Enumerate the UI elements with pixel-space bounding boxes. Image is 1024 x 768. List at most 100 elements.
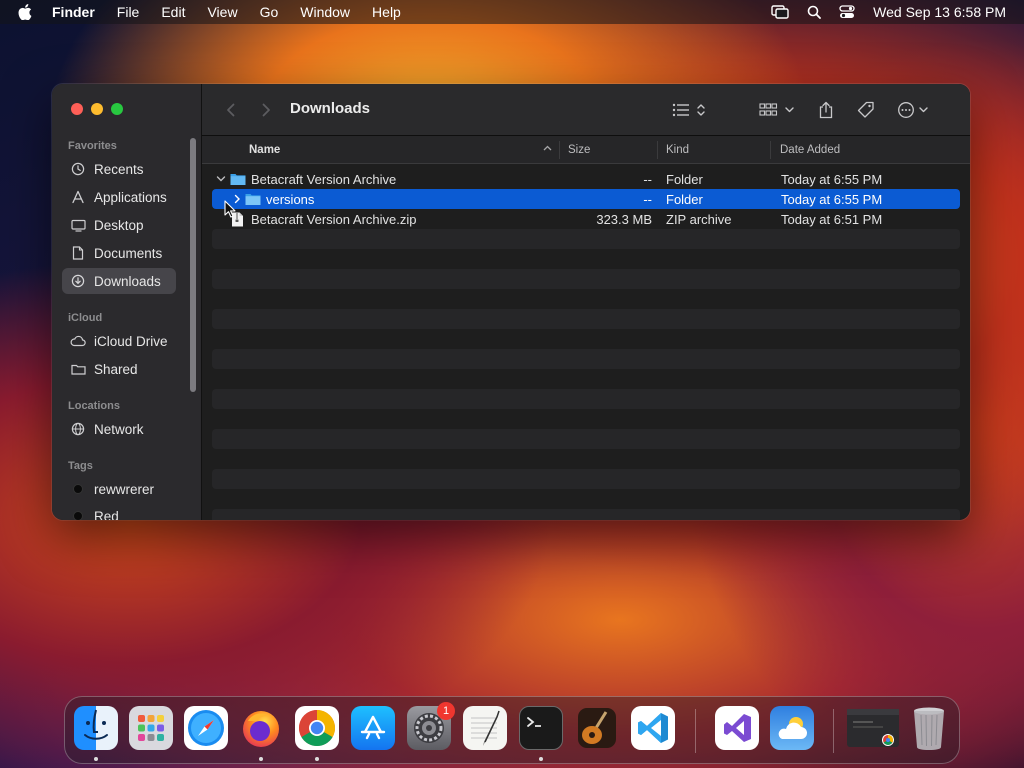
file-kind: Folder bbox=[666, 192, 703, 207]
sidebar-item-desktop[interactable]: Desktop bbox=[62, 212, 176, 238]
empty-row bbox=[212, 409, 960, 429]
table-row[interactable]: Betacraft Version Archive -- Folder Toda… bbox=[212, 169, 960, 189]
main-pane: Downloads Name Size Kind Date Added Beta… bbox=[202, 84, 970, 520]
dock: 1 bbox=[64, 696, 960, 764]
spotlight-search-icon[interactable] bbox=[807, 5, 822, 19]
list-view-icon bbox=[672, 103, 705, 117]
sidebar-item-label: Documents bbox=[94, 245, 163, 261]
column-divider[interactable] bbox=[559, 141, 560, 159]
sidebar-item-documents[interactable]: Documents bbox=[62, 240, 176, 266]
column-divider[interactable] bbox=[657, 141, 658, 159]
safari-compass-icon bbox=[188, 710, 224, 746]
sidebar-item-applications[interactable]: Applications bbox=[62, 184, 176, 210]
sidebar-item-label: iCloud Drive bbox=[94, 333, 168, 349]
group-by-button[interactable] bbox=[758, 98, 798, 122]
tag-icon bbox=[857, 101, 874, 118]
tag-color-dot bbox=[73, 511, 83, 520]
chevron-down-icon[interactable] bbox=[216, 173, 226, 185]
window-thumbnail-icon bbox=[847, 709, 899, 747]
table-row[interactable]: versions -- Folder Today at 6:55 PM bbox=[212, 189, 960, 209]
dock-firefox[interactable] bbox=[239, 706, 283, 750]
dock-garageband[interactable] bbox=[575, 706, 619, 750]
sidebar-item-network[interactable]: Network bbox=[62, 416, 176, 442]
dock-safari[interactable] bbox=[184, 706, 228, 750]
file-size: -- bbox=[643, 172, 652, 187]
column-date-added[interactable]: Date Added bbox=[780, 144, 840, 156]
share-button[interactable] bbox=[816, 98, 836, 122]
dock-terminal[interactable] bbox=[519, 706, 563, 750]
folder-icon bbox=[230, 172, 246, 186]
dock-chrome[interactable] bbox=[295, 706, 339, 750]
dock-weather[interactable] bbox=[770, 706, 814, 750]
menu-go[interactable]: Go bbox=[260, 4, 279, 20]
launchpad-icon bbox=[138, 715, 164, 741]
trash-icon bbox=[914, 707, 944, 750]
sidebar-item-label: Red bbox=[94, 508, 119, 521]
column-header: Name Size Kind Date Added bbox=[202, 136, 970, 164]
sidebar-item-label: Recents bbox=[94, 161, 144, 177]
menu-edit[interactable]: Edit bbox=[161, 4, 185, 20]
terminal-prompt-icon bbox=[527, 717, 541, 727]
sidebar-item-downloads[interactable]: Downloads bbox=[62, 268, 176, 294]
file-kind: Folder bbox=[666, 172, 703, 187]
sidebar-item-label: Downloads bbox=[94, 273, 161, 289]
menu-window[interactable]: Window bbox=[300, 4, 350, 20]
column-divider[interactable] bbox=[770, 141, 771, 159]
dock-app-store[interactable] bbox=[351, 706, 395, 750]
finder-icon bbox=[84, 709, 108, 740]
sidebar-scrollbar[interactable] bbox=[190, 138, 196, 392]
folder-icon bbox=[245, 192, 261, 206]
dock-textedit[interactable] bbox=[463, 706, 507, 750]
dock-minimized-chrome-window[interactable] bbox=[847, 709, 899, 747]
sidebar-item-tag-red[interactable]: Red bbox=[62, 503, 176, 520]
column-name[interactable]: Name bbox=[249, 144, 280, 156]
sidebar-item-recents[interactable]: Recents bbox=[62, 156, 176, 182]
sort-chevron-up-icon[interactable] bbox=[543, 143, 552, 155]
file-date-added: Today at 6:55 PM bbox=[781, 172, 883, 187]
control-center-icon[interactable] bbox=[839, 5, 855, 19]
vscode-icon bbox=[638, 713, 668, 743]
menu-file[interactable]: File bbox=[117, 4, 140, 20]
running-indicator bbox=[539, 757, 543, 761]
apple-menu-icon[interactable] bbox=[18, 4, 34, 20]
dock-visual-studio[interactable] bbox=[715, 706, 759, 750]
zoom-button[interactable] bbox=[111, 103, 123, 115]
empty-row bbox=[212, 469, 960, 489]
dock-finder[interactable] bbox=[74, 706, 118, 750]
close-button[interactable] bbox=[71, 103, 83, 115]
table-row[interactable]: Betacraft Version Archive.zip 323.3 MB Z… bbox=[212, 209, 960, 229]
grid-view-icon bbox=[759, 103, 794, 116]
tags-button[interactable] bbox=[856, 98, 876, 122]
menu-clock[interactable]: Wed Sep 13 6:58 PM bbox=[873, 4, 1006, 20]
dock-trash[interactable] bbox=[907, 706, 951, 750]
file-name: Betacraft Version Archive.zip bbox=[251, 212, 417, 227]
column-kind[interactable]: Kind bbox=[666, 144, 689, 156]
menu-help[interactable]: Help bbox=[372, 4, 401, 20]
dock-divider bbox=[695, 709, 696, 753]
empty-row bbox=[212, 429, 960, 449]
column-size[interactable]: Size bbox=[568, 144, 590, 156]
dock-system-settings[interactable]: 1 bbox=[407, 702, 455, 750]
dock-launchpad[interactable] bbox=[129, 706, 173, 750]
sidebar-item-icloud-drive[interactable]: iCloud Drive bbox=[62, 328, 176, 354]
notification-badge: 1 bbox=[437, 702, 455, 720]
app-store-icon bbox=[360, 715, 386, 740]
screen-mirroring-icon[interactable] bbox=[771, 5, 789, 19]
finder-window: Favorites Recents Applications Desktop D… bbox=[52, 84, 970, 520]
sidebar-section-locations: Locations bbox=[68, 400, 120, 412]
action-menu-button[interactable] bbox=[896, 98, 932, 122]
menu-app-name[interactable]: Finder bbox=[52, 4, 95, 20]
menu-view[interactable]: View bbox=[207, 4, 237, 20]
minimize-button[interactable] bbox=[91, 103, 103, 115]
forward-button[interactable] bbox=[258, 98, 274, 122]
dock-divider bbox=[833, 709, 834, 753]
empty-row bbox=[212, 229, 960, 249]
sidebar-item-label: Desktop bbox=[94, 217, 144, 233]
view-options-button[interactable] bbox=[670, 98, 710, 122]
back-button[interactable] bbox=[222, 98, 238, 122]
sidebar-item-label: Applications bbox=[94, 189, 167, 205]
sidebar-item-tag-rewwrerer[interactable]: rewwrerer bbox=[62, 476, 176, 502]
sidebar-section-favorites: Favorites bbox=[68, 140, 117, 152]
sidebar-item-shared[interactable]: Shared bbox=[62, 356, 176, 382]
dock-vscode[interactable] bbox=[631, 706, 675, 750]
